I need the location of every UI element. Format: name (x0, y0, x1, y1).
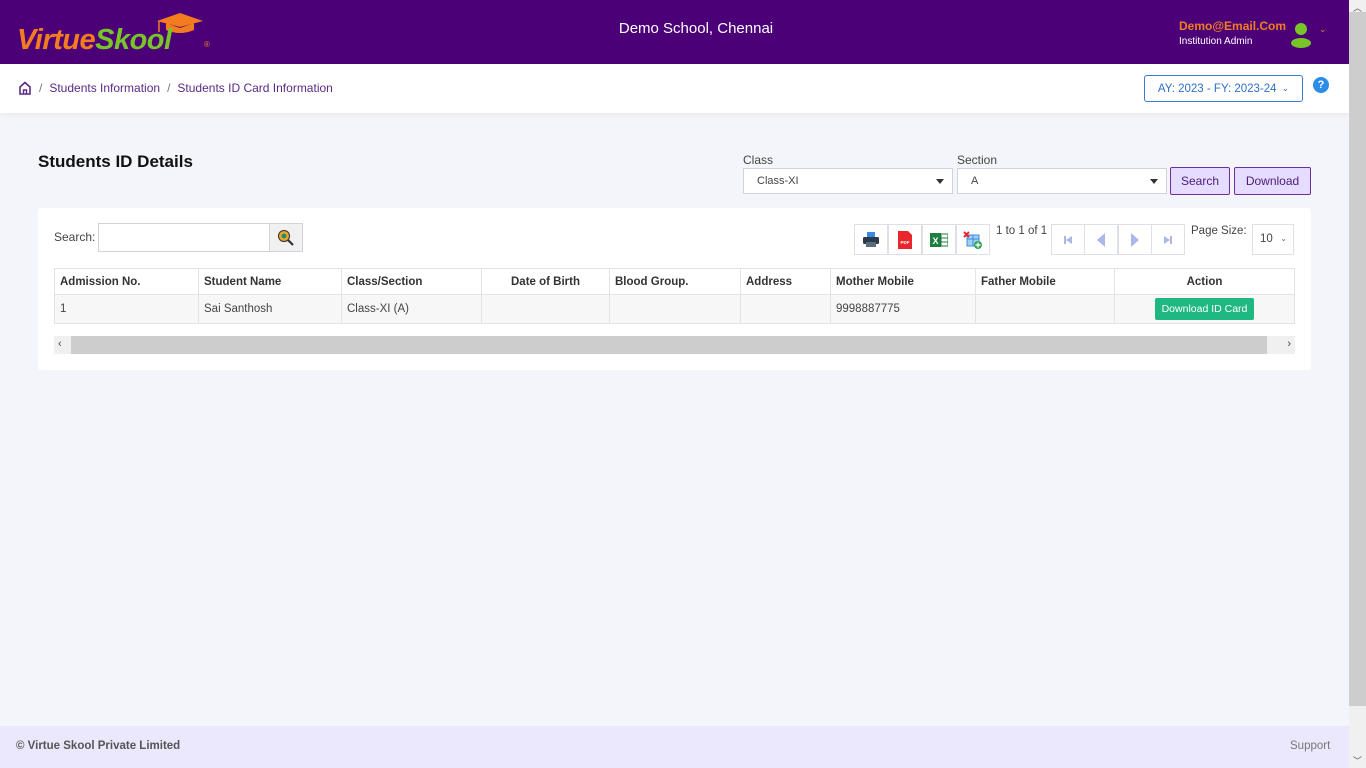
page-size-label: Page Size: (1191, 225, 1247, 237)
first-page-button[interactable] (1051, 224, 1085, 255)
students-grid-card: Search: PDF X 1 to 1 of 1 Page Size: 10 … (38, 208, 1311, 370)
breadcrumb-separator: / (39, 81, 43, 95)
caret-down-icon (1150, 179, 1158, 184)
column-header-date-of-birth[interactable]: Date of Birth (481, 268, 610, 295)
cell-action: Download ID Card (1114, 294, 1295, 324)
next-page-button[interactable] (1118, 224, 1152, 255)
help-icon[interactable]: ? (1313, 77, 1329, 93)
previous-page-icon (1097, 232, 1105, 247)
pdf-icon: PDF (898, 230, 912, 249)
table-row: 1 Sai Santhosh Class-XI (A) 9998887775 D… (54, 294, 1295, 324)
scroll-down-icon[interactable]: ﹀ (1353, 754, 1362, 767)
export-excel-button[interactable]: X (922, 224, 956, 255)
column-header-student-name[interactable]: Student Name (198, 268, 342, 295)
copyright-text: © Virtue Skool Private Limited (16, 740, 181, 752)
home-icon[interactable] (18, 81, 32, 95)
breadcrumb-separator: / (167, 81, 171, 95)
support-link[interactable]: Support (1290, 740, 1330, 752)
horizontal-scrollbar-thumb[interactable] (71, 336, 1267, 354)
next-page-icon (1131, 232, 1139, 247)
download-id-card-button[interactable]: Download ID Card (1155, 298, 1254, 320)
breadcrumb-id-card-information[interactable]: Students ID Card Information (177, 81, 332, 95)
cell-father-mobile (975, 294, 1115, 324)
page-title: Students ID Details (38, 152, 193, 171)
class-select[interactable]: Class-XI (743, 168, 953, 194)
search-icon (277, 229, 294, 246)
page-size-value: 10 (1260, 233, 1273, 245)
printer-icon (863, 231, 879, 247)
previous-page-button[interactable] (1084, 224, 1118, 255)
chevron-down-icon[interactable]: ⌄ (1319, 24, 1327, 35)
svg-text:PDF: PDF (901, 240, 910, 245)
user-role: Institution Admin (1179, 36, 1253, 47)
user-email: Demo@Email.Com (1179, 19, 1287, 33)
section-select-value: A (971, 175, 979, 187)
class-select-value: Class-XI (757, 175, 799, 187)
school-name: Demo School, Chennai (618, 20, 774, 37)
cell-mother-mobile: 9998887775 (830, 294, 976, 324)
svg-text:X: X (932, 236, 938, 246)
download-button[interactable]: Download (1234, 167, 1311, 195)
cell-date-of-birth (481, 294, 610, 324)
class-label: Class (743, 153, 774, 167)
excel-icon: X (930, 232, 948, 247)
grid-search-input[interactable] (98, 223, 270, 252)
column-header-action: Action (1114, 268, 1295, 295)
breadcrumb-students-information[interactable]: Students Information (49, 81, 160, 95)
grid-search-button[interactable] (269, 223, 303, 252)
section-label: Section (957, 153, 998, 167)
breadcrumb: / Students Information / Students ID Car… (18, 81, 333, 95)
cell-address (740, 294, 831, 324)
academic-year-value: AY: 2023 - FY: 2023-24 (1157, 82, 1277, 95)
column-header-mother-mobile[interactable]: Mother Mobile (830, 268, 976, 295)
first-page-icon (1064, 235, 1072, 244)
column-header-address[interactable]: Address (740, 268, 831, 295)
column-header-class-section[interactable]: Class/Section (341, 268, 482, 295)
export-pdf-button[interactable]: PDF (888, 224, 922, 255)
table-columns-icon (963, 230, 982, 249)
column-header-father-mobile[interactable]: Father Mobile (975, 268, 1115, 295)
column-header-blood-group[interactable]: Blood Group. (609, 268, 741, 295)
vertical-scrollbar[interactable]: ︿ ﹀ (1349, 0, 1366, 768)
grid-search-label: Search: (54, 230, 96, 244)
table-header-row: Admission No. Student Name Class/Section… (54, 268, 1295, 295)
caret-down-icon (936, 179, 944, 184)
user-menu[interactable]: Demo@Email.Com Institution Admin (1179, 19, 1286, 47)
user-avatar-icon[interactable] (1290, 22, 1312, 48)
academic-year-selector[interactable]: AY: 2023 - FY: 2023-24 ⌄ (1144, 75, 1303, 102)
search-button[interactable]: Search (1170, 167, 1230, 195)
page-info: 1 to 1 of 1 (996, 225, 1048, 237)
column-header-admission-no[interactable]: Admission No. (54, 268, 199, 295)
students-table: Admission No. Student Name Class/Section… (54, 268, 1295, 324)
cell-blood-group (609, 294, 741, 324)
registered-mark: ® (204, 40, 210, 49)
cell-student-name: Sai Santhosh (198, 294, 342, 324)
chevron-down-icon: ⌄ (1280, 234, 1287, 243)
print-button[interactable] (854, 224, 888, 255)
vertical-scrollbar-thumb[interactable] (1349, 12, 1366, 706)
chevron-down-icon: ⌄ (1281, 83, 1290, 93)
cell-class-section: Class-XI (A) (341, 294, 482, 324)
scroll-left-icon[interactable]: ‹ (58, 338, 62, 350)
last-page-button[interactable] (1151, 224, 1185, 255)
scroll-right-icon[interactable]: › (1287, 338, 1291, 350)
column-chooser-button[interactable] (956, 224, 990, 255)
horizontal-scrollbar[interactable]: ‹ › (54, 336, 1295, 354)
top-header: VirtueSkool ® Demo School, Chennai Demo@… (0, 0, 1349, 64)
section-select[interactable]: A (957, 168, 1167, 194)
footer: © Virtue Skool Private Limited Support (0, 726, 1349, 768)
cell-admission-no: 1 (54, 294, 199, 324)
breadcrumb-bar: / Students Information / Students ID Car… (0, 64, 1349, 113)
last-page-icon (1164, 235, 1172, 244)
page-size-select[interactable]: 10 ⌄ (1252, 224, 1294, 255)
